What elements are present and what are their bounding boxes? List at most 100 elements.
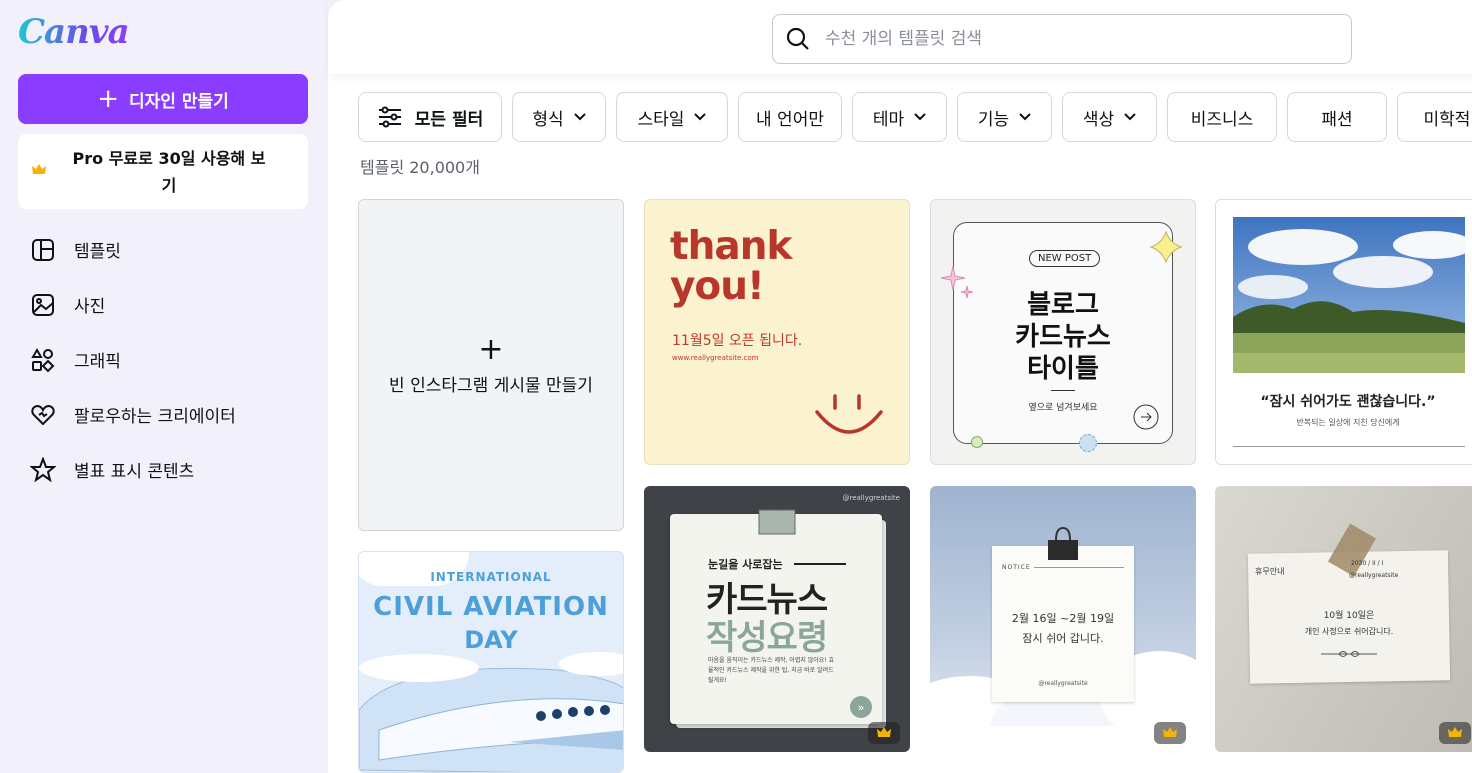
filter-style[interactable]: 스타일 (616, 92, 728, 142)
notice-line2: 잠시 쉬어 갑니다. (1022, 632, 1104, 645)
sidebar-item-label: 사진 (74, 297, 106, 317)
cardnews-top: 눈길을 사로잡는 (708, 558, 783, 571)
template-thank-you[interactable]: thank you! 11월5일 오픈 됩니다. www.reallygreat… (644, 199, 910, 465)
blog-divider (1051, 390, 1075, 391)
filter-fashion[interactable]: 패션 (1287, 92, 1387, 142)
plus-icon: + (478, 331, 504, 367)
chevron-down-icon (1124, 113, 1136, 121)
rest-divider (1233, 446, 1465, 447)
chevron-down-icon (573, 113, 586, 121)
top-bar (328, 0, 1472, 74)
filter-label: 스타일 (637, 109, 685, 130)
thankyou-subtitle: 11월5일 오픈 됩니다. (672, 333, 803, 349)
holiday-title: 휴무안내 (1255, 567, 1285, 576)
notice-rule (1034, 567, 1124, 568)
filter-label: 내 언어만 (756, 109, 824, 130)
sidebar: Canva + 디자인 만들기 Pro 무료로 30일 사용해 보기 템플릿 사… (0, 0, 328, 773)
sidebar-item-label: 그래픽 (74, 352, 121, 372)
cardnews-handle: @reallygreatsite (842, 494, 900, 502)
green-dot (971, 436, 983, 448)
filter-bar: 모든 필터 형식 스타일 내 언어만 테마 기능 색상 비즈니스 패션 미학적 (358, 92, 1472, 142)
filter-label: 테마 (872, 109, 905, 130)
search-input[interactable] (825, 29, 1305, 49)
create-design-button[interactable]: + 디자인 만들기 (18, 74, 308, 124)
premium-badge (1439, 722, 1471, 744)
filter-label: 미학적 (1423, 109, 1471, 130)
holiday-handle: @reallygreatsite (1349, 572, 1399, 579)
crown-icon (1163, 727, 1177, 737)
leaf-ornament-icon (1321, 651, 1377, 657)
chevron-down-icon (1019, 113, 1031, 121)
template-count: 템플릿 20,000개 (360, 158, 480, 177)
canva-app: Canva + 디자인 만들기 Pro 무료로 30일 사용해 보기 템플릿 사… (0, 0, 1472, 773)
all-filters-button[interactable]: 모든 필터 (358, 92, 502, 142)
thankyou-line2: you! (670, 264, 765, 309)
star-icon (30, 456, 56, 482)
sidebar-item-label: 팔로우하는 크리에이터 (74, 407, 236, 427)
filter-label: 비즈니스 (1190, 109, 1254, 130)
filter-theme[interactable]: 테마 (852, 92, 947, 142)
chevron-down-icon (694, 113, 707, 121)
pro-trial-card[interactable]: Pro 무료로 30일 사용해 보기 (18, 134, 308, 209)
thankyou-url: www.reallygreatsite.com (672, 354, 759, 362)
thankyou-line1: thank (670, 224, 792, 269)
sidebar-item-graphics[interactable]: 그래픽 (18, 332, 318, 387)
filter-color[interactable]: 색상 (1062, 92, 1157, 142)
rest-quote: “잠시 쉬어가도 괜찮습니다.” (1260, 394, 1436, 410)
filter-label: 형식 (532, 109, 564, 130)
all-filters-label: 모든 필터 (414, 109, 484, 130)
filter-label: 패션 (1321, 109, 1353, 130)
premium-badge (1154, 722, 1186, 744)
template-holiday-notice[interactable]: 휴무안내 2030 / II / I @reallygreatsite 10월 … (1215, 486, 1472, 752)
sidebar-item-followed-creators[interactable]: 팔로우하는 크리에이터 (18, 387, 318, 442)
arrow-circle-icon (1133, 404, 1159, 430)
filter-my-language[interactable]: 내 언어만 (738, 92, 842, 142)
cardnews-line2: 작성요령 (706, 618, 828, 658)
template-blog-cardnews[interactable]: NEW POST 블로그 카드뉴스 타이틀 옆으로 넘겨보세요 (930, 199, 1196, 465)
filter-business[interactable]: 비즈니스 (1167, 92, 1277, 142)
aviation-line1: INTERNATIONAL (430, 570, 552, 584)
sidebar-item-photos[interactable]: 사진 (18, 277, 318, 332)
filter-feature[interactable]: 기능 (957, 92, 1052, 142)
blank-card-label: 빈 인스타그램 게시물 만들기 (389, 375, 593, 396)
smiley-icon (815, 394, 883, 434)
crown-icon (32, 164, 46, 174)
crown-icon (877, 727, 891, 737)
sidebar-item-templates[interactable]: 템플릿 (18, 222, 318, 277)
binder-clip-icon (1048, 526, 1078, 560)
template-rest-quote[interactable]: “잠시 쉬어가도 괜찮습니다.” 반복되는 일상에 지친 당신에게 (1215, 199, 1472, 465)
sidebar-item-starred[interactable]: 별표 표시 콘텐츠 (18, 442, 318, 497)
landscape-photo (1233, 217, 1465, 373)
filter-aesthetic[interactable]: 미학적 (1397, 92, 1472, 142)
canva-logo[interactable]: Canva (18, 12, 130, 52)
sliders-icon (378, 106, 401, 128)
binder-clip-icon (758, 494, 796, 535)
photo-icon (32, 293, 54, 316)
notice-line1: 2월 16일 ~2월 19일 (1011, 612, 1115, 625)
create-blank-instagram-post[interactable]: + 빈 인스타그램 게시물 만들기 (358, 199, 624, 531)
template-icon (32, 238, 54, 261)
cardnews-top-rule (794, 563, 846, 565)
aviation-line2: CIVIL AVIATION (373, 592, 609, 622)
chevron-down-icon (914, 113, 926, 121)
next-arrow-icon: » (850, 696, 872, 718)
holiday-line2: 개인 사정으로 쉬어갑니다. (1304, 627, 1394, 636)
template-civil-aviation-day[interactable]: INTERNATIONAL CIVIL AVIATION DAY (358, 551, 624, 773)
create-design-label: 디자인 만들기 (129, 91, 229, 112)
airplane-illustration (359, 652, 623, 772)
template-notice-break[interactable]: NOTICE 2월 16일 ~2월 19일 잠시 쉬어 갑니다. @really… (930, 486, 1196, 752)
shapes-icon (31, 347, 55, 372)
pro-trial-label: Pro 무료로 30일 사용해 보기 (72, 148, 266, 195)
search-box[interactable] (772, 14, 1352, 64)
cardnews-body: 마음을 움직이는 카드뉴스 제작, 어렵지 않아요! 효율적인 카드뉴스 제작을… (708, 657, 835, 684)
template-cardnews-guide[interactable]: @reallygreatsite 눈길을 사로잡는 카드뉴스 작성요령 마음을 … (644, 486, 910, 752)
filter-format[interactable]: 형식 (512, 92, 606, 142)
premium-badge (868, 722, 900, 744)
filter-label: 색상 (1082, 109, 1115, 130)
sparkle-icon (941, 266, 974, 299)
filter-label: 기능 (977, 109, 1010, 130)
notice-handle: @reallygreatsite (1038, 680, 1088, 687)
main-content: 모든 필터 형식 스타일 내 언어만 테마 기능 색상 비즈니스 패션 미학적 … (328, 0, 1472, 773)
crown-icon (1448, 727, 1462, 737)
holiday-date: 2030 / II / I (1351, 560, 1384, 567)
